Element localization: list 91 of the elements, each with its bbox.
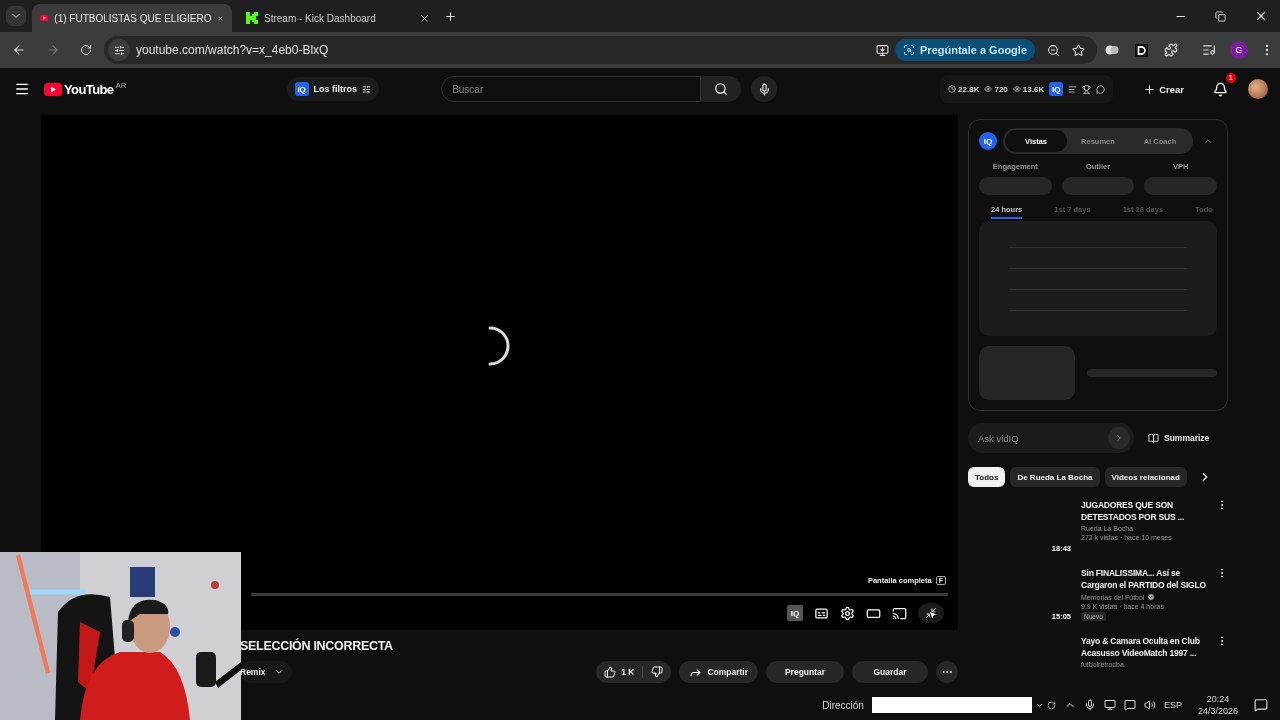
stat-value: 22.8K (958, 84, 980, 94)
filter-chip[interactable]: Videos relacionad (1104, 467, 1187, 487)
microphone-icon (757, 82, 771, 96)
address-label: Dirección (822, 699, 864, 711)
clock-icon (948, 85, 957, 93)
media-control-icon[interactable] (1202, 43, 1216, 57)
book-icon (1148, 432, 1159, 444)
vidiq-logo: IQ (979, 132, 997, 150)
kick-logo-icon (246, 12, 258, 24)
verified-icon (1147, 593, 1156, 601)
create-button[interactable]: Crear (1143, 82, 1184, 96)
stat-value: 720 (994, 84, 1008, 94)
thumbs-up-icon (604, 666, 617, 678)
volume-icon[interactable] (1143, 699, 1156, 711)
chevron-down-icon (273, 667, 284, 677)
collapse-icon[interactable] (1203, 136, 1213, 146)
video-title: SELECCIÓN INCORRECTA (240, 639, 394, 653)
language-indicator[interactable]: ESP (1163, 700, 1182, 710)
share-button[interactable]: Compartir (679, 661, 758, 683)
extension-icon[interactable] (1135, 43, 1148, 57)
ask-field[interactable]: Ask vidIQ (968, 423, 1134, 453)
cast-icon[interactable] (892, 605, 907, 621)
browser-tab[interactable]: Stream - Kick Dashboard (238, 4, 438, 32)
voice-search-button[interactable] (751, 76, 778, 102)
microphone-icon[interactable] (1083, 699, 1096, 711)
list-icon[interactable] (1068, 84, 1078, 94)
browser-tab[interactable]: (1) FUTBOLISTAS QUE ELIGIERO (32, 4, 232, 32)
subtitles-icon[interactable] (814, 605, 829, 621)
video-title[interactable]: JUGADORES QUE SON DETESTADOS POR SUS ... (1081, 499, 1208, 523)
search-icon (714, 82, 729, 96)
chat-icon[interactable] (1123, 699, 1136, 711)
close-icon[interactable] (419, 12, 430, 24)
filter-chip[interactable]: Todos (968, 467, 1006, 487)
sliders-icon (362, 84, 372, 94)
url-text[interactable]: youtube.com/watch?v=x_4eb0-BlxQ (136, 43, 871, 57)
reload-icon[interactable] (80, 44, 92, 56)
video-title[interactable]: Sin FINALISSIMA... Así se Cargaron el PARTIDO del SIGLO (1081, 567, 1208, 591)
save-button[interactable]: Guardar (852, 661, 928, 683)
address-field[interactable] (871, 697, 1032, 713)
loading-spinner (487, 325, 512, 366)
fullscreen-button[interactable] (918, 603, 944, 623)
eye-icon (1012, 85, 1021, 93)
search-field[interactable]: Buscar (441, 76, 702, 102)
video-title[interactable]: Yayo & Camara Oculta en Club Acasusso VideoMatch 1997 ... (1081, 635, 1208, 659)
install-app-icon[interactable] (876, 43, 890, 57)
network-icon[interactable] (1103, 699, 1116, 711)
logo-text: YouTube (64, 82, 114, 97)
new-tab-icon[interactable] (444, 9, 457, 23)
stat-value: 13.6K (1022, 84, 1045, 94)
sliders-icon (113, 44, 125, 56)
zoom-icon[interactable] (1047, 43, 1060, 57)
trophy-icon[interactable] (1082, 84, 1092, 94)
tab-list-button[interactable] (6, 6, 26, 26)
profile-avatar[interactable]: G (1230, 41, 1248, 59)
ask-button[interactable]: Preguntar (766, 661, 844, 683)
more-button[interactable] (936, 661, 958, 683)
clock[interactable]: 20:24 24/3/2026 (1197, 693, 1238, 717)
restore-icon[interactable] (1215, 10, 1226, 22)
back-icon[interactable] (12, 43, 26, 57)
ask-google-button[interactable]: Pregúntale a Google (895, 39, 1035, 61)
extension-icon[interactable] (1105, 44, 1119, 56)
filter-label: Los filtros (313, 84, 358, 94)
plus-icon (1143, 82, 1157, 96)
notifications-icon[interactable] (1212, 81, 1228, 97)
site-settings-button[interactable] (108, 39, 130, 61)
bookmark-star-icon[interactable] (1072, 43, 1085, 57)
remix-button[interactable]: Remix (240, 661, 292, 683)
filter-chip[interactable]: De Rueda La Bocha (1010, 467, 1100, 487)
settings-icon[interactable] (840, 605, 855, 621)
close-icon[interactable] (1254, 9, 1268, 23)
extensions-icon[interactable] (1164, 43, 1178, 57)
account-avatar[interactable] (1248, 79, 1268, 99)
eye-icon (984, 85, 993, 93)
summarize-button[interactable]: Summarize (1148, 432, 1210, 444)
vidiq-button[interactable]: IQ (787, 605, 803, 621)
notifications-icon[interactable] (1254, 698, 1268, 712)
play-logo-icon (44, 83, 62, 96)
vidiq-badge: IQ (294, 82, 309, 96)
thumbs-down-icon (651, 666, 664, 678)
country-code: AR (115, 81, 127, 90)
filter-button[interactable]: IQ Los filtros (286, 77, 380, 101)
refresh-icon[interactable] (1046, 700, 1056, 710)
chevron-right-icon (1114, 433, 1124, 443)
menu-icon[interactable] (14, 81, 30, 97)
lens-icon (903, 44, 916, 56)
youtube-icon (40, 13, 49, 23)
vidiq-badge[interactable]: IQ (1049, 82, 1064, 96)
forward-icon[interactable] (46, 43, 60, 57)
search-button[interactable] (701, 76, 742, 102)
chat-icon[interactable] (1096, 84, 1106, 94)
notification-count: 1 (1225, 73, 1236, 83)
